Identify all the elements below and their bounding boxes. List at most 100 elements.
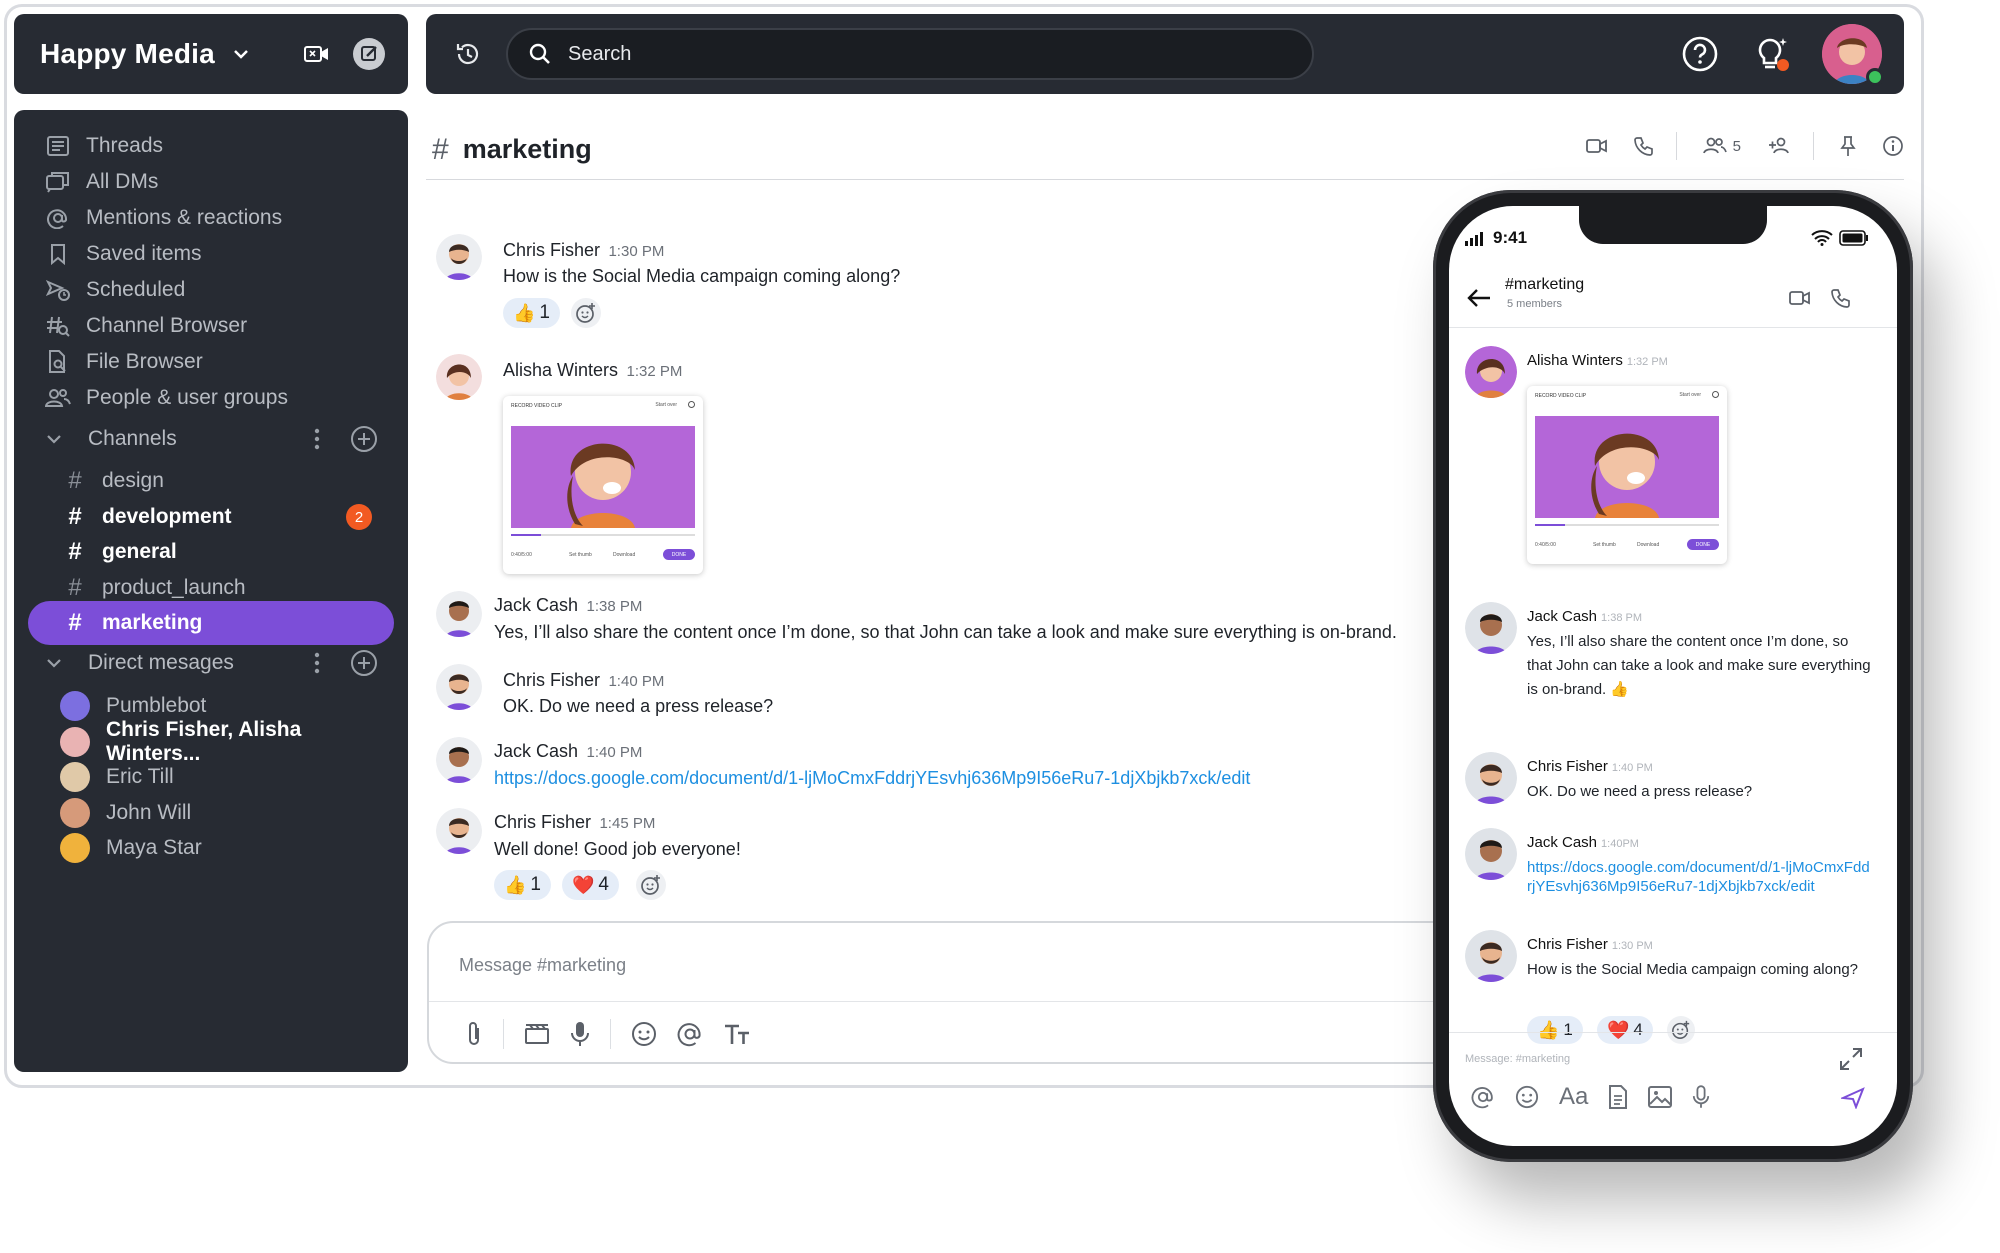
avatar[interactable] xyxy=(1465,752,1517,804)
sidebar-item-people[interactable]: People & user groups xyxy=(14,378,408,418)
phone-composer[interactable]: Message: #marketing Aa xyxy=(1449,1032,1897,1146)
avatar[interactable] xyxy=(436,808,482,854)
chevron-down-icon[interactable] xyxy=(44,653,64,673)
message-author[interactable]: Chris Fisher 1:40 PM xyxy=(1527,758,1653,775)
reaction-thumbs-up[interactable]: 👍 1 xyxy=(503,298,560,328)
document-icon[interactable] xyxy=(1608,1085,1628,1109)
video-call-icon[interactable] xyxy=(1585,138,1608,154)
message-link[interactable]: https://docs.google.com/document/d/1-ljM… xyxy=(1527,858,1872,896)
close-icon[interactable] xyxy=(688,401,695,408)
add-reaction-icon[interactable] xyxy=(571,298,601,328)
sidebar-item-channel-browser[interactable]: Channel Browser xyxy=(14,306,408,346)
team-header[interactable]: Happy Media xyxy=(14,14,408,94)
message-author[interactable]: Chris Fisher xyxy=(503,240,600,260)
download-button[interactable]: Download xyxy=(1637,542,1659,548)
sidebar-item-scheduled[interactable]: Scheduled xyxy=(14,270,408,310)
sidebar-item-all-dms[interactable]: All DMs xyxy=(14,162,408,202)
more-options-icon[interactable] xyxy=(314,652,320,674)
insights-bulb-icon[interactable] xyxy=(1750,32,1794,76)
back-arrow-icon[interactable] xyxy=(1467,288,1491,308)
expand-icon[interactable] xyxy=(1839,1047,1863,1071)
message-author[interactable]: Jack Cash 1:40PM xyxy=(1527,834,1639,851)
message-author[interactable]: Jack Cash xyxy=(494,741,578,761)
avatar[interactable] xyxy=(1465,828,1517,880)
attach-icon[interactable] xyxy=(465,1020,483,1048)
channels-section-header[interactable]: Channels xyxy=(14,418,408,460)
add-channel-icon[interactable] xyxy=(350,425,378,453)
history-icon[interactable] xyxy=(448,40,488,68)
message-author[interactable]: Chris Fisher xyxy=(494,812,591,832)
phone-message-input[interactable]: Message: #marketing xyxy=(1465,1053,1570,1065)
dms-section-header[interactable]: Direct mesages xyxy=(14,642,408,684)
reaction-thumbs-up[interactable]: 👍 1 xyxy=(494,870,551,900)
set-thumb-button[interactable]: Set thumb xyxy=(1593,542,1616,548)
avatar[interactable] xyxy=(1465,346,1517,398)
done-button[interactable]: DONE xyxy=(663,549,695,560)
phone-channel-title: #marketing xyxy=(1505,276,1585,293)
chevron-down-icon[interactable] xyxy=(44,429,64,449)
dm-item-maya-star[interactable]: Maya Star xyxy=(28,826,394,870)
sidebar-item-saved[interactable]: Saved items xyxy=(14,234,408,274)
video-icon[interactable] xyxy=(300,37,334,71)
set-thumb-button[interactable]: Set thumb xyxy=(569,552,592,558)
message-author[interactable]: Jack Cash xyxy=(494,595,578,615)
avatar[interactable] xyxy=(436,354,482,400)
avatar[interactable] xyxy=(436,737,482,783)
search-input[interactable]: Search xyxy=(506,28,1314,80)
sidebar-item-file-browser[interactable]: File Browser xyxy=(14,342,408,382)
message-time: 1:40 PM xyxy=(586,744,643,761)
message-author[interactable]: Alisha Winters xyxy=(503,360,618,380)
emoji-icon[interactable] xyxy=(631,1021,657,1047)
file-icon xyxy=(44,348,72,376)
message-author[interactable]: Alisha Winters 1:32 PM xyxy=(1527,352,1668,369)
add-dm-icon[interactable] xyxy=(350,649,378,677)
add-member-icon[interactable] xyxy=(1767,137,1791,155)
mention-icon[interactable] xyxy=(1471,1085,1495,1109)
send-icon[interactable] xyxy=(1841,1087,1865,1109)
emoji-icon[interactable] xyxy=(1515,1085,1539,1109)
avatar[interactable] xyxy=(1465,602,1517,654)
text-format-icon[interactable] xyxy=(723,1023,751,1045)
video-thumbnail[interactable] xyxy=(1535,416,1719,518)
message-author[interactable]: Chris Fisher 1:30 PM xyxy=(1527,936,1653,953)
video-call-icon[interactable] xyxy=(1789,290,1811,306)
chevron-down-icon[interactable] xyxy=(231,44,251,64)
info-icon[interactable] xyxy=(1882,135,1904,157)
sidebar-item-mentions[interactable]: Mentions & reactions xyxy=(14,198,408,238)
microphone-icon[interactable] xyxy=(1692,1085,1710,1109)
message-author[interactable]: Jack Cash 1:38 PM xyxy=(1527,608,1642,625)
members-button[interactable]: 5 xyxy=(1702,137,1741,155)
compose-icon[interactable] xyxy=(352,37,386,71)
video-clip-icon[interactable] xyxy=(524,1023,550,1045)
avatar[interactable] xyxy=(436,664,482,710)
start-over-button[interactable]: Start over xyxy=(655,402,677,408)
pin-icon[interactable] xyxy=(1840,135,1856,157)
message-input[interactable]: Message #marketing xyxy=(459,955,626,976)
message-link[interactable]: https://docs.google.com/document/d/1-ljM… xyxy=(494,768,1250,789)
avatar[interactable] xyxy=(436,591,482,637)
user-avatar[interactable] xyxy=(1822,24,1884,86)
phone-call-icon[interactable] xyxy=(1831,288,1851,308)
avatar[interactable] xyxy=(1465,930,1517,982)
help-icon[interactable] xyxy=(1678,32,1722,76)
sidebar-item-threads[interactable]: Threads xyxy=(14,126,408,166)
done-button[interactable]: DONE xyxy=(1687,539,1719,550)
start-over-button[interactable]: Start over xyxy=(1679,392,1701,398)
reaction-heart[interactable]: ❤️ 4 xyxy=(562,870,619,900)
more-options-icon[interactable] xyxy=(314,428,320,450)
download-button[interactable]: Download xyxy=(613,552,635,558)
avatar[interactable] xyxy=(436,234,482,280)
video-thumbnail[interactable] xyxy=(511,426,695,528)
text-format-icon[interactable]: Aa xyxy=(1559,1083,1588,1111)
add-reaction-icon[interactable] xyxy=(636,870,666,900)
mention-icon[interactable] xyxy=(677,1021,703,1047)
channel-item-marketing[interactable]: # marketing xyxy=(28,601,394,645)
image-icon[interactable] xyxy=(1648,1086,1673,1108)
video-clip-card[interactable]: RECORD VIDEO CLIP Start over 0:40/5:00 S… xyxy=(1527,386,1727,564)
video-clip-card[interactable]: RECORD VIDEO CLIP Start over 0:40/5:00 S… xyxy=(503,396,703,574)
close-icon[interactable] xyxy=(1712,391,1719,398)
team-name[interactable]: Happy Media xyxy=(40,38,215,70)
microphone-icon[interactable] xyxy=(570,1021,590,1047)
message-author[interactable]: Chris Fisher xyxy=(503,670,600,690)
phone-call-icon[interactable] xyxy=(1633,136,1654,156)
